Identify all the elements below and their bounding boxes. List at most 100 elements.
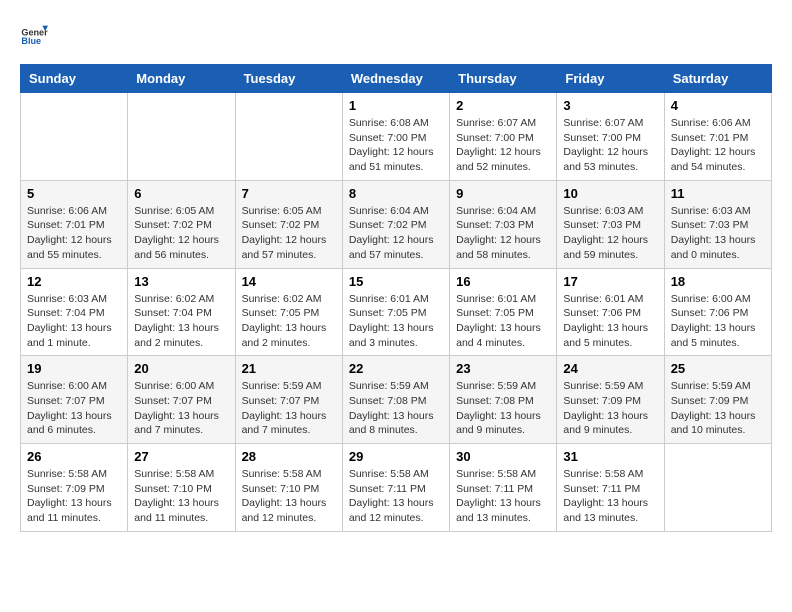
day-info: Sunrise: 6:02 AMSunset: 7:04 PMDaylight:… <box>134 292 228 351</box>
day-number: 11 <box>671 186 765 201</box>
day-info: Sunrise: 6:02 AMSunset: 7:05 PMDaylight:… <box>242 292 336 351</box>
calendar-cell: 28 Sunrise: 5:58 AMSunset: 7:10 PMDayligh… <box>235 444 342 532</box>
day-info: Sunrise: 6:01 AMSunset: 7:06 PMDaylight:… <box>563 292 657 351</box>
calendar-cell: 12Sunrise: 6:03 AMSunset: 7:04 PMDayligh… <box>21 268 128 356</box>
day-info: Sunrise: 5:59 AMSunset: 7:09 PMDaylight:… <box>671 379 765 438</box>
day-info: Sunrise: 6:03 AMSunset: 7:03 PMDaylight:… <box>563 204 657 263</box>
calendar-cell: 25 Sunrise: 5:59 AMSunset: 7:09 PMDayligh… <box>664 356 771 444</box>
day-info: Sunrise: 6:01 AMSunset: 7:05 PMDaylight:… <box>349 292 443 351</box>
calendar-cell <box>235 93 342 181</box>
day-number: 25 <box>671 361 765 376</box>
day-info: Sunrise: 5:59 AMSunset: 7:08 PMDaylight:… <box>456 379 550 438</box>
day-number: 15 <box>349 274 443 289</box>
calendar-cell: 3 Sunrise: 6:07 AMSunset: 7:00 PMDaylight… <box>557 93 664 181</box>
svg-text:Blue: Blue <box>21 36 41 46</box>
day-info: Sunrise: 6:07 AMSunset: 7:00 PMDaylight:… <box>563 116 657 175</box>
day-number: 4 <box>671 98 765 113</box>
day-number: 28 <box>242 449 336 464</box>
day-number: 29 <box>349 449 443 464</box>
day-number: 23 <box>456 361 550 376</box>
day-info: Sunrise: 5:58 AMSunset: 7:11 PMDaylight:… <box>456 467 550 526</box>
calendar-cell: 11Sunrise: 6:03 AMSunset: 7:03 PMDayligh… <box>664 180 771 268</box>
day-header-saturday: Saturday <box>664 65 771 93</box>
day-number: 19 <box>27 361 121 376</box>
day-number: 12 <box>27 274 121 289</box>
day-info: Sunrise: 6:00 AMSunset: 7:07 PMDaylight:… <box>134 379 228 438</box>
calendar-cell: 4Sunrise: 6:06 AMSunset: 7:01 PMDaylight… <box>664 93 771 181</box>
day-number: 8 <box>349 186 443 201</box>
calendar: SundayMondayTuesdayWednesdayThursdayFrid… <box>20 64 772 532</box>
day-number: 5 <box>27 186 121 201</box>
day-header-sunday: Sunday <box>21 65 128 93</box>
day-info: Sunrise: 5:58 AMSunset: 7:09 PMDaylight:… <box>27 467 121 526</box>
day-number: 20 <box>134 361 228 376</box>
day-number: 2 <box>456 98 550 113</box>
day-info: Sunrise: 6:00 AMSunset: 7:07 PMDaylight:… <box>27 379 121 438</box>
calendar-cell: 31 Sunrise: 5:58 AMSunset: 7:11 PMDayligh… <box>557 444 664 532</box>
day-header-wednesday: Wednesday <box>342 65 449 93</box>
calendar-cell: 9 Sunrise: 6:04 AMSunset: 7:03 PMDaylight… <box>450 180 557 268</box>
day-number: 30 <box>456 449 550 464</box>
day-info: Sunrise: 6:08 AMSunset: 7:00 PMDaylight:… <box>349 116 443 175</box>
calendar-cell: 18 Sunrise: 6:00 AMSunset: 7:06 PMDayligh… <box>664 268 771 356</box>
week-row-1: 1Sunrise: 6:08 AMSunset: 7:00 PMDaylight… <box>21 93 772 181</box>
calendar-cell <box>664 444 771 532</box>
calendar-cell: 20 Sunrise: 6:00 AMSunset: 7:07 PMDayligh… <box>128 356 235 444</box>
day-number: 9 <box>456 186 550 201</box>
calendar-cell: 23 Sunrise: 5:59 AMSunset: 7:08 PMDayligh… <box>450 356 557 444</box>
day-header-thursday: Thursday <box>450 65 557 93</box>
calendar-cell: 21Sunrise: 5:59 AMSunset: 7:07 PMDayligh… <box>235 356 342 444</box>
day-number: 7 <box>242 186 336 201</box>
calendar-cell <box>21 93 128 181</box>
day-info: Sunrise: 6:04 AMSunset: 7:03 PMDaylight:… <box>456 204 550 263</box>
day-info: Sunrise: 5:58 AMSunset: 7:11 PMDaylight:… <box>563 467 657 526</box>
calendar-cell: 24 Sunrise: 5:59 AMSunset: 7:09 PMDayligh… <box>557 356 664 444</box>
day-number: 10 <box>563 186 657 201</box>
day-info: Sunrise: 6:05 AMSunset: 7:02 PMDaylight:… <box>242 204 336 263</box>
logo: General Blue <box>20 20 52 48</box>
day-header-monday: Monday <box>128 65 235 93</box>
calendar-cell <box>128 93 235 181</box>
day-number: 14 <box>242 274 336 289</box>
day-number: 27 <box>134 449 228 464</box>
day-info: Sunrise: 5:59 AMSunset: 7:08 PMDaylight:… <box>349 379 443 438</box>
calendar-cell: 17 Sunrise: 6:01 AMSunset: 7:06 PMDayligh… <box>557 268 664 356</box>
day-info: Sunrise: 6:01 AMSunset: 7:05 PMDaylight:… <box>456 292 550 351</box>
calendar-body: 1Sunrise: 6:08 AMSunset: 7:00 PMDaylight… <box>21 93 772 532</box>
day-info: Sunrise: 5:59 AMSunset: 7:09 PMDaylight:… <box>563 379 657 438</box>
day-number: 24 <box>563 361 657 376</box>
week-row-3: 12Sunrise: 6:03 AMSunset: 7:04 PMDayligh… <box>21 268 772 356</box>
day-number: 22 <box>349 361 443 376</box>
week-row-4: 19 Sunrise: 6:00 AMSunset: 7:07 PMDayligh… <box>21 356 772 444</box>
day-number: 18 <box>671 274 765 289</box>
day-info: Sunrise: 5:59 AMSunset: 7:07 PMDaylight:… <box>242 379 336 438</box>
calendar-cell: 19 Sunrise: 6:00 AMSunset: 7:07 PMDayligh… <box>21 356 128 444</box>
day-number: 16 <box>456 274 550 289</box>
day-info: Sunrise: 6:05 AMSunset: 7:02 PMDaylight:… <box>134 204 228 263</box>
calendar-cell: 29Sunrise: 5:58 AMSunset: 7:11 PMDayligh… <box>342 444 449 532</box>
calendar-cell: 6Sunrise: 6:05 AMSunset: 7:02 PMDaylight… <box>128 180 235 268</box>
day-number: 3 <box>563 98 657 113</box>
calendar-cell: 8 Sunrise: 6:04 AMSunset: 7:02 PMDaylight… <box>342 180 449 268</box>
day-info: Sunrise: 6:07 AMSunset: 7:00 PMDaylight:… <box>456 116 550 175</box>
calendar-cell: 22 Sunrise: 5:59 AMSunset: 7:08 PMDayligh… <box>342 356 449 444</box>
day-info: Sunrise: 5:58 AMSunset: 7:10 PMDaylight:… <box>242 467 336 526</box>
day-info: Sunrise: 6:00 AMSunset: 7:06 PMDaylight:… <box>671 292 765 351</box>
day-number: 26 <box>27 449 121 464</box>
calendar-cell: 16 Sunrise: 6:01 AMSunset: 7:05 PMDayligh… <box>450 268 557 356</box>
day-info: Sunrise: 6:04 AMSunset: 7:02 PMDaylight:… <box>349 204 443 263</box>
header: General Blue <box>20 20 772 48</box>
calendar-cell: 10 Sunrise: 6:03 AMSunset: 7:03 PMDayligh… <box>557 180 664 268</box>
day-info: Sunrise: 5:58 AMSunset: 7:10 PMDaylight:… <box>134 467 228 526</box>
logo-icon: General Blue <box>20 20 48 48</box>
day-header-tuesday: Tuesday <box>235 65 342 93</box>
day-info: Sunrise: 6:06 AMSunset: 7:01 PMDaylight:… <box>27 204 121 263</box>
calendar-cell: 1Sunrise: 6:08 AMSunset: 7:00 PMDaylight… <box>342 93 449 181</box>
day-header-friday: Friday <box>557 65 664 93</box>
week-row-2: 5 Sunrise: 6:06 AMSunset: 7:01 PMDaylight… <box>21 180 772 268</box>
calendar-cell: 15 Sunrise: 6:01 AMSunset: 7:05 PMDayligh… <box>342 268 449 356</box>
day-number: 31 <box>563 449 657 464</box>
day-number: 17 <box>563 274 657 289</box>
calendar-cell: 26 Sunrise: 5:58 AMSunset: 7:09 PMDayligh… <box>21 444 128 532</box>
calendar-cell: 27 Sunrise: 5:58 AMSunset: 7:10 PMDayligh… <box>128 444 235 532</box>
